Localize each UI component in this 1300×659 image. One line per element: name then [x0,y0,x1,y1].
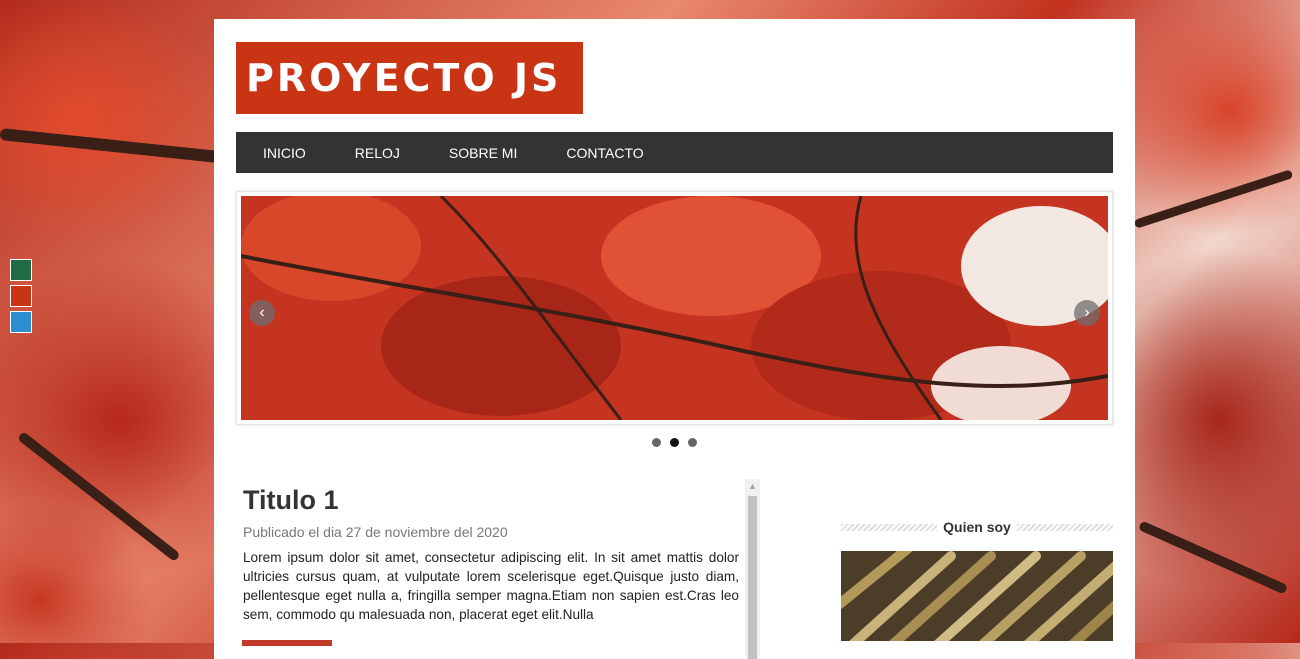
menu-item-contacto[interactable]: CONTACTO [566,145,643,161]
sidebar: Quien soy [841,519,1113,641]
title-decoration [841,523,938,531]
theme-switcher [10,259,32,333]
slider-dot-1[interactable] [652,438,661,447]
articles-scrollbar[interactable]: ▲ [745,479,760,659]
image-slider: ‹ › [236,191,1113,425]
bamboo-image [841,551,1113,641]
theme-red-swatch[interactable] [10,285,32,307]
article: Titulo 1 Publicado el dia 27 de noviembr… [243,479,739,624]
main-menu: INICIO RELOJ SOBRE MI CONTACTO [236,132,1113,173]
widget-title: Quien soy [841,519,1113,535]
page-container: PROYECTO JS INICIO RELOJ SOBRE MI CONTAC… [214,19,1135,659]
slider-prev-button[interactable]: ‹ [249,300,275,326]
menu-item-inicio[interactable]: INICIO [263,145,306,161]
article-title: Titulo 1 [243,485,339,515]
article-body: Lorem ipsum dolor sit amet, consectetur … [243,550,739,622]
menu-item-sobre-mi[interactable]: SOBRE MI [449,145,517,161]
articles-scroll-area[interactable]: Titulo 1 Publicado el dia 27 de noviembr… [236,479,761,659]
theme-green-swatch[interactable] [10,259,32,281]
scroll-up-arrow-icon[interactable]: ▲ [745,479,760,494]
about-image [841,551,1113,641]
chevron-right-icon: › [1084,304,1090,321]
theme-blue-swatch[interactable] [10,311,32,333]
autumn-leaves-image [241,196,1108,420]
read-more-button[interactable] [242,640,332,646]
slider-dot-2[interactable] [670,438,679,447]
slide-image: ‹ › [241,196,1108,420]
slider-dot-3[interactable] [688,438,697,447]
slider-next-button[interactable]: › [1074,300,1100,326]
article-date: Publicado el dia 27 de noviembre del 202… [243,524,508,540]
title-decoration [1016,523,1113,531]
scrollbar-thumb[interactable] [748,496,757,659]
slider-pager [652,438,697,447]
widget-title-text: Quien soy [943,519,1011,535]
site-logo[interactable]: PROYECTO JS [236,42,583,114]
chevron-left-icon: ‹ [259,304,265,321]
menu-item-reloj[interactable]: RELOJ [355,145,400,161]
